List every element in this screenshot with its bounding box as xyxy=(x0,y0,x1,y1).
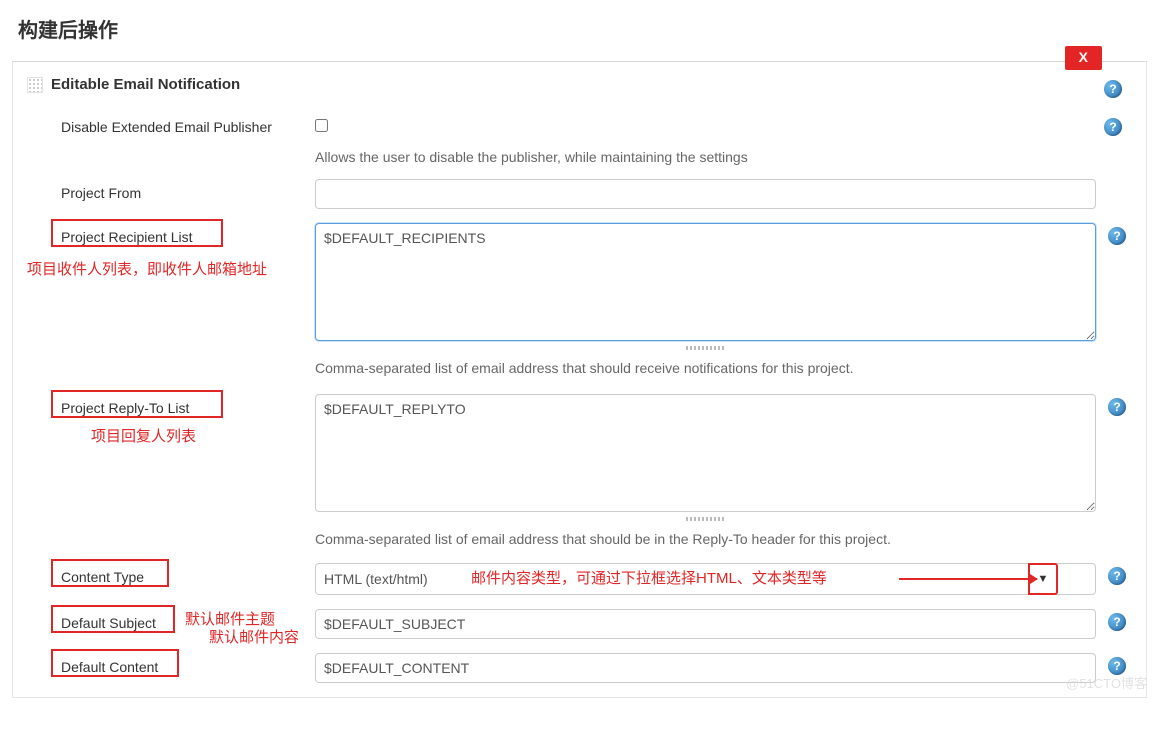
reply-to-textarea[interactable]: $DEFAULT_REPLYTO xyxy=(315,394,1096,512)
drag-handle-icon[interactable] xyxy=(27,77,43,93)
disable-publisher-hint: Allows the user to disable the publisher… xyxy=(315,149,1096,165)
recipient-list-hint: Comma-separated list of email address th… xyxy=(315,360,1096,376)
help-icon[interactable]: ? xyxy=(1108,613,1126,631)
help-icon[interactable]: ? xyxy=(1108,227,1126,245)
default-content-input[interactable] xyxy=(315,653,1096,683)
row-content-type: Content Type HTML (text/html) ▼ 邮件内容类型，可… xyxy=(53,563,1132,595)
annotation-subject: 默认邮件主题 xyxy=(185,609,275,632)
reply-to-label: Project Reply-To List xyxy=(61,400,189,416)
row-reply-to: Project Reply-To List 项目回复人列表 $DEFAULT_R… xyxy=(53,394,1132,553)
annotation-recipient: 项目收件人列表，即收件人邮箱地址 xyxy=(27,259,277,282)
resize-grip-icon[interactable] xyxy=(686,517,726,521)
step-title: Editable Email Notification xyxy=(51,76,240,93)
content-type-select[interactable]: HTML (text/html) xyxy=(315,563,1096,595)
disable-publisher-label: Disable Extended Email Publisher xyxy=(53,113,315,135)
default-subject-input[interactable] xyxy=(315,609,1096,639)
section-title: 构建后操作 xyxy=(0,0,1159,61)
reply-to-hint: Comma-separated list of email address th… xyxy=(315,531,1096,547)
help-icon[interactable]: ? xyxy=(1108,657,1126,675)
project-from-label: Project From xyxy=(53,179,315,201)
row-project-from: Project From xyxy=(53,179,1132,209)
content-type-label: Content Type xyxy=(61,569,144,585)
annotation-reply: 项目回复人列表 xyxy=(91,426,196,449)
row-default-subject: Default Subject 默认邮件主题 ? xyxy=(53,609,1132,639)
row-recipient-list: Project Recipient List 项目收件人列表，即收件人邮箱地址 … xyxy=(53,223,1132,382)
help-icon[interactable]: ? xyxy=(1108,567,1126,585)
default-content-label: Default Content xyxy=(61,659,158,675)
row-disable-publisher: Disable Extended Email Publisher xyxy=(53,113,1132,135)
default-subject-label: Default Subject xyxy=(61,615,156,631)
recipient-list-label: Project Recipient List xyxy=(61,229,193,245)
post-build-step: X ? ? Editable Email Notification Disabl… xyxy=(12,61,1147,698)
resize-grip-icon[interactable] xyxy=(686,346,726,350)
disable-publisher-checkbox[interactable] xyxy=(315,119,328,132)
project-from-input[interactable] xyxy=(315,179,1096,209)
help-icon[interactable]: ? xyxy=(1108,398,1126,416)
recipient-list-textarea[interactable]: $DEFAULT_RECIPIENTS xyxy=(315,223,1096,341)
row-default-content: Default Content 默认邮件内容 ? xyxy=(53,653,1132,683)
